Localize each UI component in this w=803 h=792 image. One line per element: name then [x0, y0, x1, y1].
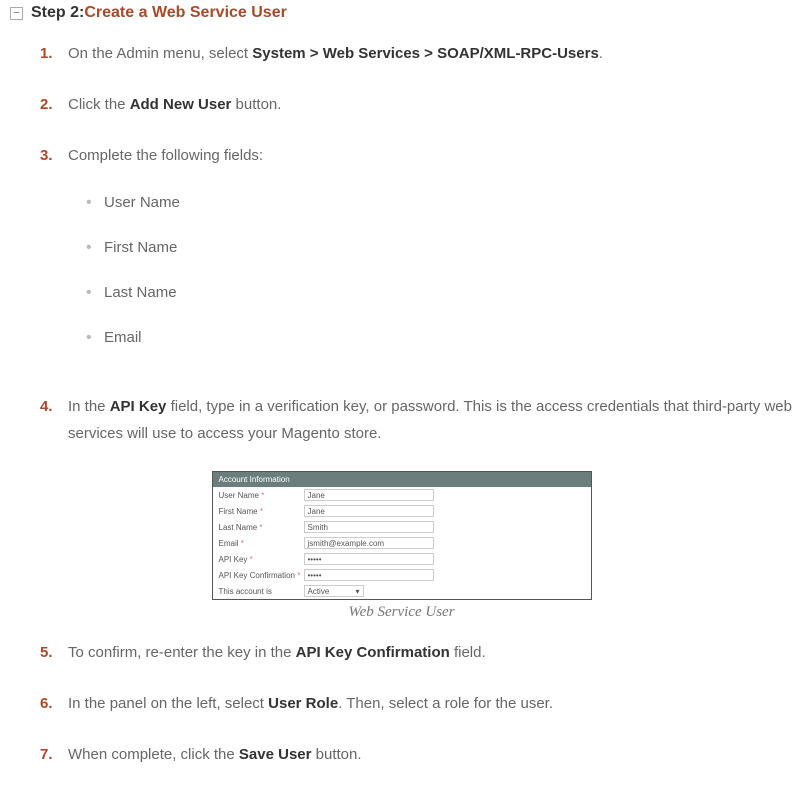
- step-body: In the API Key field, type in a verifica…: [68, 393, 793, 447]
- text: In the panel on the left, select: [68, 695, 268, 712]
- figure-container: Account Information User Name * Jane Firs…: [10, 471, 793, 621]
- required-icon: *: [297, 571, 300, 580]
- step-number: 3.: [40, 142, 68, 369]
- field-item: Email: [86, 324, 793, 351]
- form-input[interactable]: Smith: [304, 521, 434, 533]
- required-icon: *: [260, 507, 263, 516]
- step-title: Create a Web Service User: [84, 4, 286, 22]
- text: To confirm, re-enter the key in the: [68, 644, 296, 661]
- text: button.: [311, 746, 361, 763]
- text: Complete the following fields:: [68, 147, 263, 164]
- form-input[interactable]: •••••: [304, 569, 434, 581]
- step-2: 2. Click the Add New User button.: [40, 91, 793, 118]
- form-input[interactable]: •••••: [304, 553, 434, 565]
- text: . Then, select a role for the user.: [338, 695, 553, 712]
- step-body: In the panel on the left, select User Ro…: [68, 690, 793, 717]
- required-icon: *: [261, 491, 264, 500]
- form-header: Account Information: [213, 472, 591, 487]
- step-body: When complete, click the Save User butto…: [68, 741, 793, 768]
- step-label: Step 2:: [31, 4, 84, 22]
- step-body: To confirm, re-enter the key in the API …: [68, 639, 793, 666]
- form-row: Last Name * Smith: [213, 519, 591, 535]
- form-row: API Key Confirmation * •••••: [213, 567, 591, 583]
- field-item: Last Name: [86, 279, 793, 306]
- step-4: 4. In the API Key field, type in a verif…: [40, 393, 793, 447]
- text: field, type in a verification key, or pa…: [68, 398, 792, 442]
- step-header: − Step 2: Create a Web Service User: [10, 4, 793, 22]
- steps-list-continued: 5. To confirm, re-enter the key in the A…: [40, 639, 793, 768]
- step-5: 5. To confirm, re-enter the key in the A…: [40, 639, 793, 666]
- required-icon: *: [259, 523, 262, 532]
- fields-list: User Name First Name Last Name Email: [86, 189, 793, 351]
- step-body: Click the Add New User button.: [68, 91, 793, 118]
- step-number: 6.: [40, 690, 68, 717]
- steps-list: 1. On the Admin menu, select System > We…: [40, 40, 793, 447]
- form-label: API Key: [219, 555, 248, 564]
- form-row: This account is Active ▾: [213, 583, 591, 599]
- figure-caption: Web Service User: [10, 604, 793, 621]
- form-row: First Name * Jane: [213, 503, 591, 519]
- step-number: 7.: [40, 741, 68, 768]
- text: On the Admin menu, select: [68, 45, 252, 62]
- bold-text: API Key Confirmation: [296, 644, 450, 661]
- form-label: User Name: [219, 491, 259, 500]
- chevron-down-icon: ▾: [355, 587, 359, 596]
- step-1: 1. On the Admin menu, select System > We…: [40, 40, 793, 67]
- step-body: On the Admin menu, select System > Web S…: [68, 40, 793, 67]
- bold-text: Save User: [239, 746, 312, 763]
- form-input[interactable]: jsmith@example.com: [304, 537, 434, 549]
- step-3: 3. Complete the following fields: User N…: [40, 142, 793, 369]
- form-row: Email * jsmith@example.com: [213, 535, 591, 551]
- form-label: Last Name: [219, 523, 258, 532]
- step-6: 6. In the panel on the left, select User…: [40, 690, 793, 717]
- form-input[interactable]: Jane: [304, 489, 434, 501]
- bold-text: API Key: [110, 398, 167, 415]
- form-input[interactable]: Jane: [304, 505, 434, 517]
- form-label: API Key Confirmation: [219, 571, 295, 580]
- text: .: [599, 45, 603, 62]
- step-number: 1.: [40, 40, 68, 67]
- text: In the: [68, 398, 110, 415]
- bold-text: User Role: [268, 695, 338, 712]
- form-screenshot: Account Information User Name * Jane Firs…: [212, 471, 592, 600]
- field-item: User Name: [86, 189, 793, 216]
- field-item: First Name: [86, 234, 793, 261]
- step-number: 5.: [40, 639, 68, 666]
- form-label: First Name: [219, 507, 258, 516]
- text: When complete, click the: [68, 746, 239, 763]
- step-body: Complete the following fields: User Name…: [68, 142, 793, 369]
- collapse-icon[interactable]: −: [10, 7, 23, 20]
- bold-text: Add New User: [130, 96, 232, 113]
- text: field.: [450, 644, 486, 661]
- step-7: 7. When complete, click the Save User bu…: [40, 741, 793, 768]
- required-icon: *: [241, 539, 244, 548]
- form-row: User Name * Jane: [213, 487, 591, 503]
- required-icon: *: [250, 555, 253, 564]
- select-value: Active: [308, 587, 330, 596]
- text: button.: [231, 96, 281, 113]
- form-select[interactable]: Active ▾: [304, 585, 364, 597]
- text: Click the: [68, 96, 130, 113]
- form-label: This account is: [219, 587, 272, 596]
- bold-text: System > Web Services > SOAP/XML-RPC-Use…: [252, 45, 599, 62]
- step-number: 4.: [40, 393, 68, 447]
- form-label: Email: [219, 539, 239, 548]
- step-number: 2.: [40, 91, 68, 118]
- form-row: API Key * •••••: [213, 551, 591, 567]
